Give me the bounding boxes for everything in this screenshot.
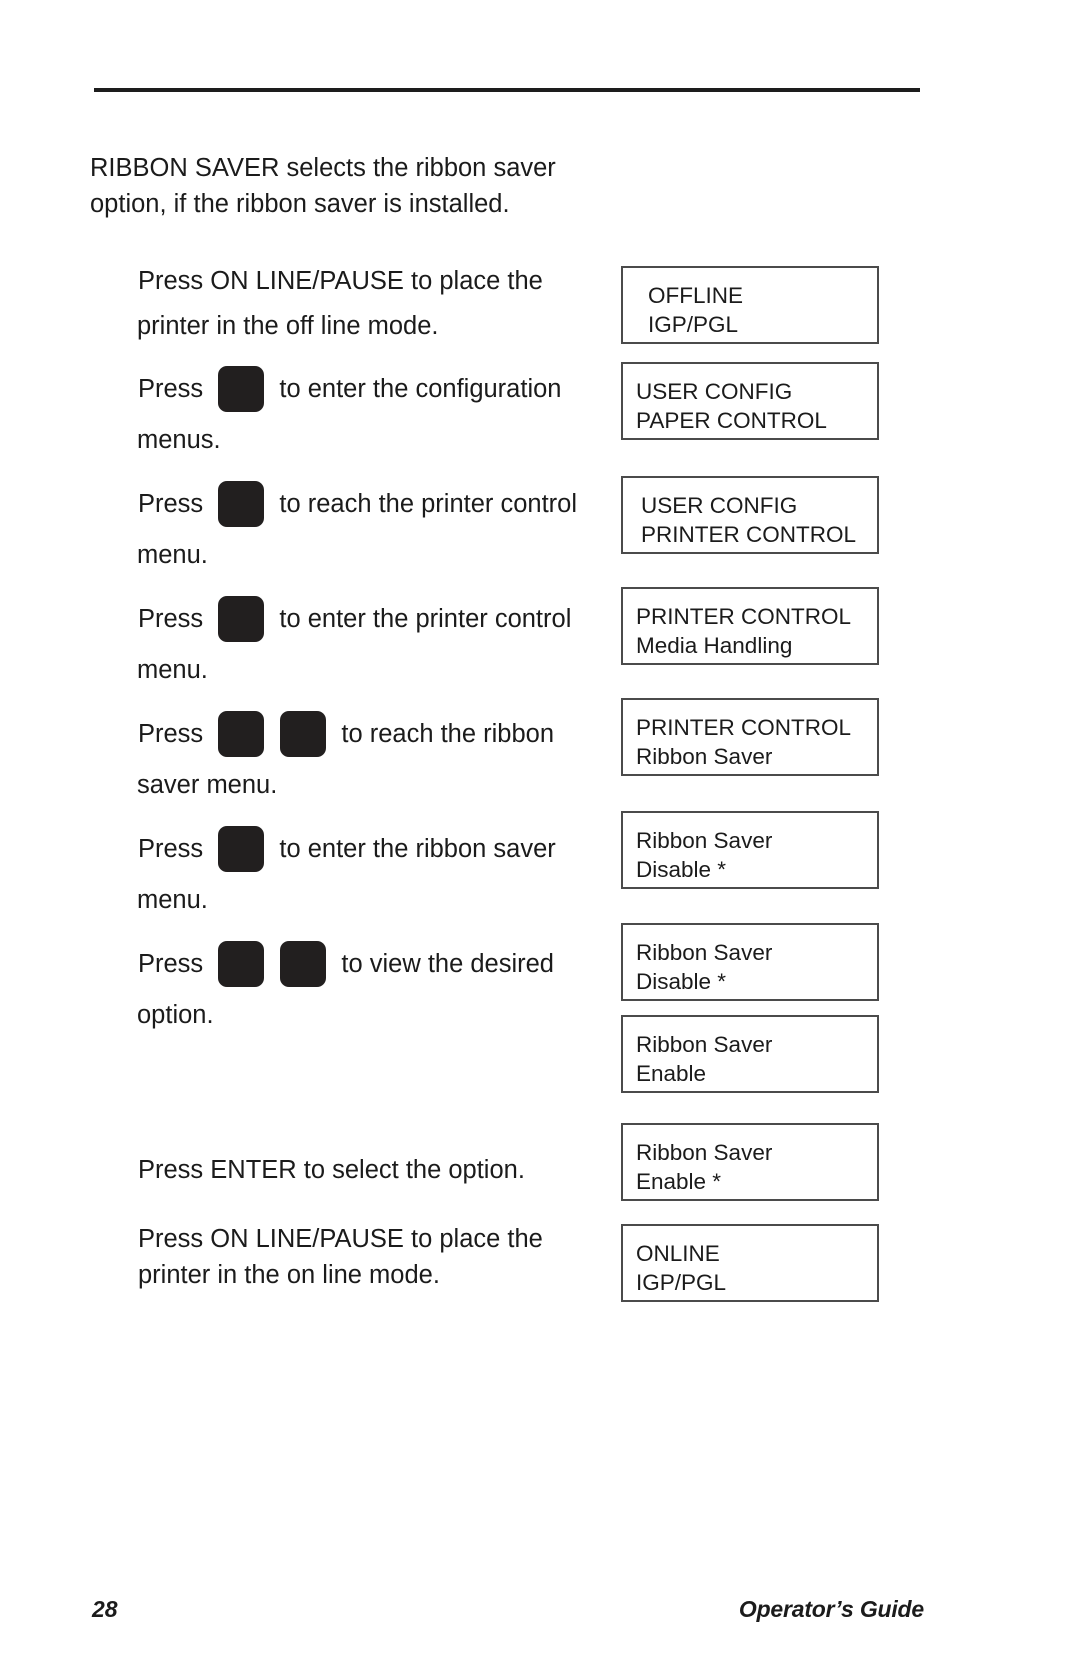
step-2-suffix: to reach the printer control [272,490,578,518]
footer-guide-title: Operator’s Guide [738,1596,924,1622]
step-0-prefix: Press ON LINE/PAUSE to place the [138,267,543,295]
arrow-down-icon[interactable] [218,826,265,931]
lcd-line-1: Ribbon Saver [636,940,773,965]
arrow-left-icon[interactable] [218,941,265,1044]
intro-line-2: option, if the ribbon saver is installed… [90,190,510,218]
arrow-right-icon[interactable] [280,711,327,814]
lcd-line-2: Disable * [636,857,727,882]
step-5-suffix: to enter the ribbon saver [272,835,556,863]
step-3-prefix: Press [138,605,211,633]
tail-1-line-1: Press ON LINE/PAUSE to place the [138,1225,543,1253]
arrow-down-icon[interactable] [218,596,265,701]
document-page: RIBBON SAVER selects the ribbon saver op… [0,0,1080,1669]
tail-1-line-2: printer in the on line mode. [138,1261,440,1289]
tail-online-pause-online: Press ON LINE/PAUSE to place the printer… [138,1221,608,1293]
lcd-offline-igp-pgl: OFFLINE IGP/PGL [621,266,879,344]
footer-page-number: 28 [92,1596,118,1622]
header-rule [94,88,920,92]
lcd-line-1: OFFLINE [648,283,744,308]
step-down-enter-printer-control: Press to enter the printer control menu. [137,596,608,701]
arrow-left-icon[interactable] [218,711,265,814]
step-5-prefix: Press [138,835,211,863]
step-online-pause-offline: Press ON LINE/PAUSE to place the printer… [137,264,608,343]
lcd-line-2: Enable [636,1061,707,1086]
step-4-suffix: to reach the ribbon [334,720,555,748]
lcd-line-2: IGP/PGL [636,1270,727,1295]
arrow-right-icon[interactable] [218,481,265,584]
intro-line-1: RIBBON SAVER selects the ribbon saver [90,154,556,182]
body-area: Press ON LINE/PAUSE to place the printer… [0,258,1080,1358]
lcd-user-config-paper-control: USER CONFIG PAPER CONTROL [621,362,879,440]
step-6-prefix: Press [138,950,211,978]
step-5-line2: menu. [137,886,208,914]
lcd-line-1: PRINTER CONTROL [636,604,852,629]
lcd-ribbon-saver-enable: Ribbon Saver Enable [621,1015,879,1093]
step-right-printer-control: Press to reach the printer control menu. [137,481,608,584]
lcd-line-2: PAPER CONTROL [636,408,827,433]
step-0-line2: printer in the off line mode. [137,312,439,340]
tail-enter-select: Press ENTER to select the option. [138,1152,608,1188]
step-down-enter-config: Press to enter the configuration menus. [137,366,608,471]
lcd-line-2: Ribbon Saver [636,744,773,769]
step-2-prefix: Press [138,490,211,518]
arrow-down-icon[interactable] [218,366,265,471]
lcd-printer-control-ribbon-saver: PRINTER CONTROL Ribbon Saver [621,698,879,776]
lcd-ribbon-saver-disable-2: Ribbon Saver Disable * [621,923,879,1001]
lcd-line-1: PRINTER CONTROL [636,715,852,740]
lcd-ribbon-saver-enable-selected: Ribbon Saver Enable * [621,1123,879,1201]
lcd-user-config-printer-control: USER CONFIG PRINTER CONTROL [621,476,879,554]
step-2-line2: menu. [137,541,208,569]
lcd-line-1: Ribbon Saver [636,1032,773,1057]
step-3-suffix: to enter the printer control [272,605,572,633]
step-3-line2: menu. [137,656,208,684]
lcd-line-1: USER CONFIG [641,493,798,518]
lcd-line-2: IGP/PGL [648,312,739,337]
intro-paragraph: RIBBON SAVER selects the ribbon saver op… [90,150,610,222]
lcd-line-1: Ribbon Saver [636,828,773,853]
step-down-enter-ribbon-saver: Press to enter the ribbon saver menu. [137,826,608,931]
step-1-prefix: Press [138,375,211,403]
step-left-right-ribbon-saver: Press to reach the ribbon saver menu. [137,711,608,814]
lcd-line-1: Ribbon Saver [636,1140,773,1165]
step-4-line2: saver menu. [137,771,278,799]
step-6-suffix: to view the desired [334,950,554,978]
lcd-line-2: Enable * [636,1169,722,1194]
tail-0-line-1: Press ENTER to select the option. [138,1156,525,1184]
step-left-right-view-option: Press to view the desired option. [137,941,608,1044]
arrow-right-icon[interactable] [280,941,327,1044]
lcd-online-igp-pgl: ONLINE IGP/PGL [621,1224,879,1302]
lcd-printer-control-media-handling: PRINTER CONTROL Media Handling [621,587,879,665]
lcd-line-2: PRINTER CONTROL [641,522,857,547]
step-6-line2: option. [137,1001,214,1029]
lcd-line-2: Disable * [636,969,727,994]
step-1-line2: menus. [137,426,221,454]
step-4-prefix: Press [138,720,211,748]
lcd-line-1: USER CONFIG [636,379,793,404]
lcd-line-1: ONLINE [636,1241,720,1266]
lcd-ribbon-saver-disable-1: Ribbon Saver Disable * [621,811,879,889]
step-1-suffix: to enter the configuration [272,375,562,403]
lcd-line-2: Media Handling [636,633,793,658]
